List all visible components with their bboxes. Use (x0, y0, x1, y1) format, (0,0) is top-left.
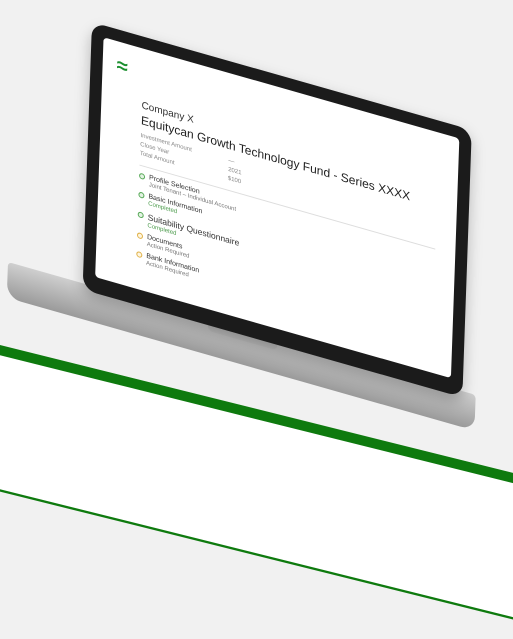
pending-circle-icon (136, 231, 144, 240)
info-value: $100 (227, 175, 242, 186)
pending-circle-icon (136, 250, 143, 258)
check-circle-icon (137, 211, 144, 219)
scene: ≈ Company X Equitycan Growth Technology … (0, 0, 513, 639)
offering-panel: Company X Equitycan Growth Technology Fu… (136, 100, 438, 348)
laptop: ≈ Company X Equitycan Growth Technology … (0, 0, 513, 431)
check-circle-icon (138, 190, 145, 199)
check-circle-icon (138, 172, 146, 180)
laptop-lid: ≈ Company X Equitycan Growth Technology … (82, 22, 472, 398)
info-value: — (228, 157, 235, 166)
info-value: 2021 (228, 166, 242, 177)
brand-logo-icon: ≈ (116, 54, 129, 80)
